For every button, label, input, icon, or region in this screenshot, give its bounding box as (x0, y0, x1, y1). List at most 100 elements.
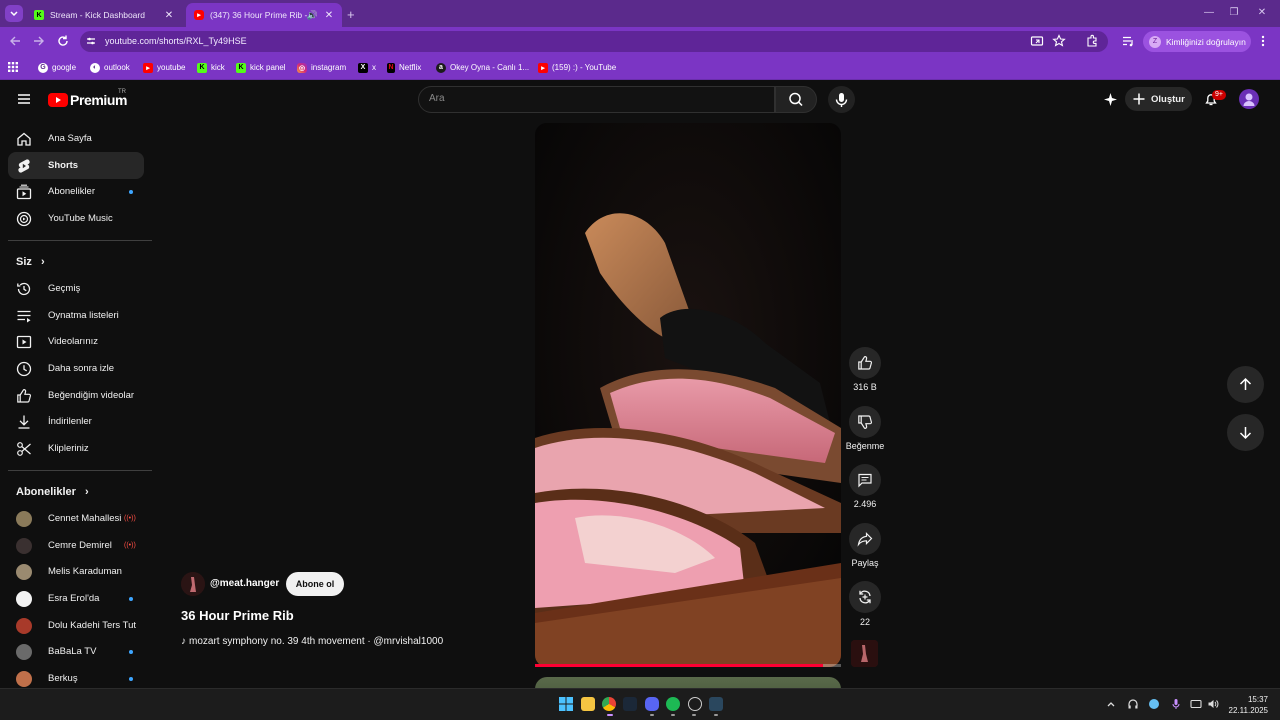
forward-icon[interactable] (32, 34, 46, 48)
tab-title: Stream - Kick Dashboard (50, 10, 145, 20)
sidebar-item-downloads[interactable]: İndirilenler (8, 408, 144, 435)
dislike-button[interactable] (849, 406, 881, 438)
bookmark-x[interactable]: X x (358, 61, 376, 74)
sidebar-item-home[interactable]: Ana Sayfa (8, 125, 144, 152)
site-info-icon[interactable] (86, 36, 96, 46)
search-input[interactable] (418, 86, 775, 113)
tab-youtube-short[interactable]: ▸ (347) 36 Hour Prime Rib - Y 🔊 ✕ (186, 3, 342, 27)
minimize-icon[interactable]: — (1201, 6, 1217, 20)
sparkle-create-icon[interactable] (1103, 92, 1118, 107)
bookmark-label: Okey Oyna - Canlı 1... (450, 63, 530, 72)
steam-tray-icon[interactable] (1148, 698, 1160, 710)
like-button[interactable] (849, 347, 881, 379)
speaker-icon[interactable]: 🔊 (307, 10, 318, 21)
thumbs-up-icon (858, 356, 873, 370)
create-button[interactable]: Oluştur (1125, 87, 1192, 111)
url-text[interactable]: youtube.com/shorts/RXL_Ty49HSE (105, 36, 247, 46)
hamburger-menu-icon[interactable] (17, 92, 31, 106)
search-button[interactable] (775, 86, 817, 113)
discord-icon[interactable] (645, 697, 659, 711)
close-window-icon[interactable]: ✕ (1254, 6, 1270, 20)
tab-close-icon[interactable]: ✕ (322, 10, 336, 21)
bookmark-label: kick panel (250, 63, 286, 72)
user-avatar[interactable] (1239, 89, 1259, 109)
music-credit-link[interactable]: ♪ mozart symphony no. 39 4th movement · … (181, 636, 443, 647)
sidebar-item-watch-later[interactable]: Daha sonra izle (8, 355, 144, 382)
subscription-cemre-demirel[interactable]: Cemre Demirel ((•)) (8, 532, 144, 559)
bookmark-kick[interactable]: K kick (197, 61, 225, 74)
comments-button[interactable] (849, 464, 881, 496)
remix-count: 22 (859, 617, 870, 627)
steam-app-icon[interactable] (709, 697, 723, 711)
system-clock[interactable]: 15:37 22.11.2025 (1222, 694, 1268, 716)
tray-expand-icon[interactable] (1105, 698, 1117, 710)
restore-icon[interactable]: ❐ (1226, 6, 1242, 20)
subscription-cennet-mahallesi[interactable]: Cennet Mahallesi ((•)) (8, 505, 144, 532)
bookmark-netflix[interactable]: N Netflix (387, 61, 421, 74)
bookmark-star-icon[interactable] (1052, 34, 1066, 48)
apps-grid-icon[interactable] (8, 62, 18, 72)
thumbs-down-icon (858, 415, 873, 429)
bookmark-youtube[interactable]: ▸ youtube (143, 61, 185, 74)
verify-identity-button[interactable]: Z Kimliğinizi doğrulayın (1143, 31, 1251, 52)
bookmark-youtube-159[interactable]: ▸ (159) :) - YouTube (538, 61, 616, 74)
remix-button[interactable] (849, 581, 881, 613)
thumbs-up-icon (17, 388, 32, 403)
display-tray-icon[interactable] (1190, 698, 1202, 710)
subscribe-button[interactable]: Abone ol (286, 572, 344, 596)
channel-avatar[interactable] (181, 572, 205, 596)
windows-start-icon[interactable] (559, 697, 573, 711)
tab-kick-dashboard[interactable]: K Stream - Kick Dashboard ✕ (26, 3, 182, 27)
voice-search-button[interactable] (828, 86, 855, 113)
subscription-esra-erolda[interactable]: Esra Erol'da (8, 585, 144, 612)
headphones-icon[interactable] (1127, 698, 1139, 710)
tab-close-icon[interactable]: ✕ (162, 10, 176, 21)
sidebar-item-shorts[interactable]: Shorts (8, 152, 144, 179)
microphone-tray-icon[interactable] (1170, 698, 1182, 710)
volume-icon[interactable] (1207, 698, 1219, 710)
bookmark-google[interactable]: G google (38, 61, 76, 74)
bookmark-okey[interactable]: a Okey Oyna - Canlı 1... (436, 61, 529, 74)
back-icon[interactable] (8, 34, 22, 48)
subscription-dolu-kadehi-ters-tut[interactable]: Dolu Kadehi Ters Tut (8, 612, 144, 639)
subscription-melis-karaduman[interactable]: Melis Karaduman (8, 558, 144, 585)
sidebar-item-your-videos[interactable]: Videolarınız (8, 328, 144, 355)
subscriptions-section-title[interactable]: Abonelikler › (16, 486, 89, 498)
chrome-icon[interactable] (602, 697, 616, 711)
share-button[interactable] (849, 523, 881, 555)
youtube-logo-icon[interactable] (48, 93, 68, 107)
sidebar-item-label: Ana Sayfa (48, 133, 92, 144)
comment-icon (858, 473, 872, 488)
channel-name[interactable]: @meat.hanger (210, 578, 279, 589)
sidebar-item-clips[interactable]: Klipleriniz (8, 435, 144, 462)
bookmark-kick-panel[interactable]: K kick panel (236, 61, 286, 74)
new-tab-button[interactable]: + (347, 7, 355, 22)
bookmark-outlook[interactable]: ◐ outlook (90, 61, 130, 74)
cast-icon[interactable] (1030, 34, 1044, 48)
sidebar-item-youtube-music[interactable]: YouTube Music (8, 205, 144, 232)
you-section-title[interactable]: Siz › (16, 256, 45, 268)
sidebar-item-subscriptions[interactable]: Abonelikler (8, 178, 144, 205)
subscription-babala-tv[interactable]: BaBaLa TV (8, 638, 144, 665)
next-short-button[interactable] (1227, 414, 1264, 451)
steam-icon[interactable] (623, 697, 637, 711)
media-control-icon[interactable] (1121, 34, 1135, 48)
history-icon (17, 282, 31, 295)
tab-search-button[interactable] (5, 5, 23, 22)
short-video-player[interactable] (535, 123, 841, 667)
reload-icon[interactable] (56, 34, 70, 48)
browser-menu-icon[interactable] (1259, 34, 1267, 48)
home-icon (17, 132, 31, 146)
bookmark-instagram[interactable]: ◎ instagram (297, 61, 346, 74)
file-explorer-icon[interactable] (581, 697, 595, 711)
github-icon[interactable] (688, 697, 702, 711)
new-content-dot (129, 676, 133, 681)
previous-short-button[interactable] (1227, 366, 1264, 403)
sidebar-item-history[interactable]: Geçmiş (8, 275, 144, 302)
extensions-icon[interactable] (1085, 34, 1099, 48)
sidebar-item-liked-videos[interactable]: Beğendiğim videolar (8, 382, 144, 409)
spotify-icon[interactable] (666, 697, 680, 711)
sidebar-item-playlists[interactable]: Oynatma listeleri (8, 302, 144, 329)
sound-thumbnail[interactable] (851, 640, 878, 667)
comment-count: 2.496 (853, 499, 877, 509)
